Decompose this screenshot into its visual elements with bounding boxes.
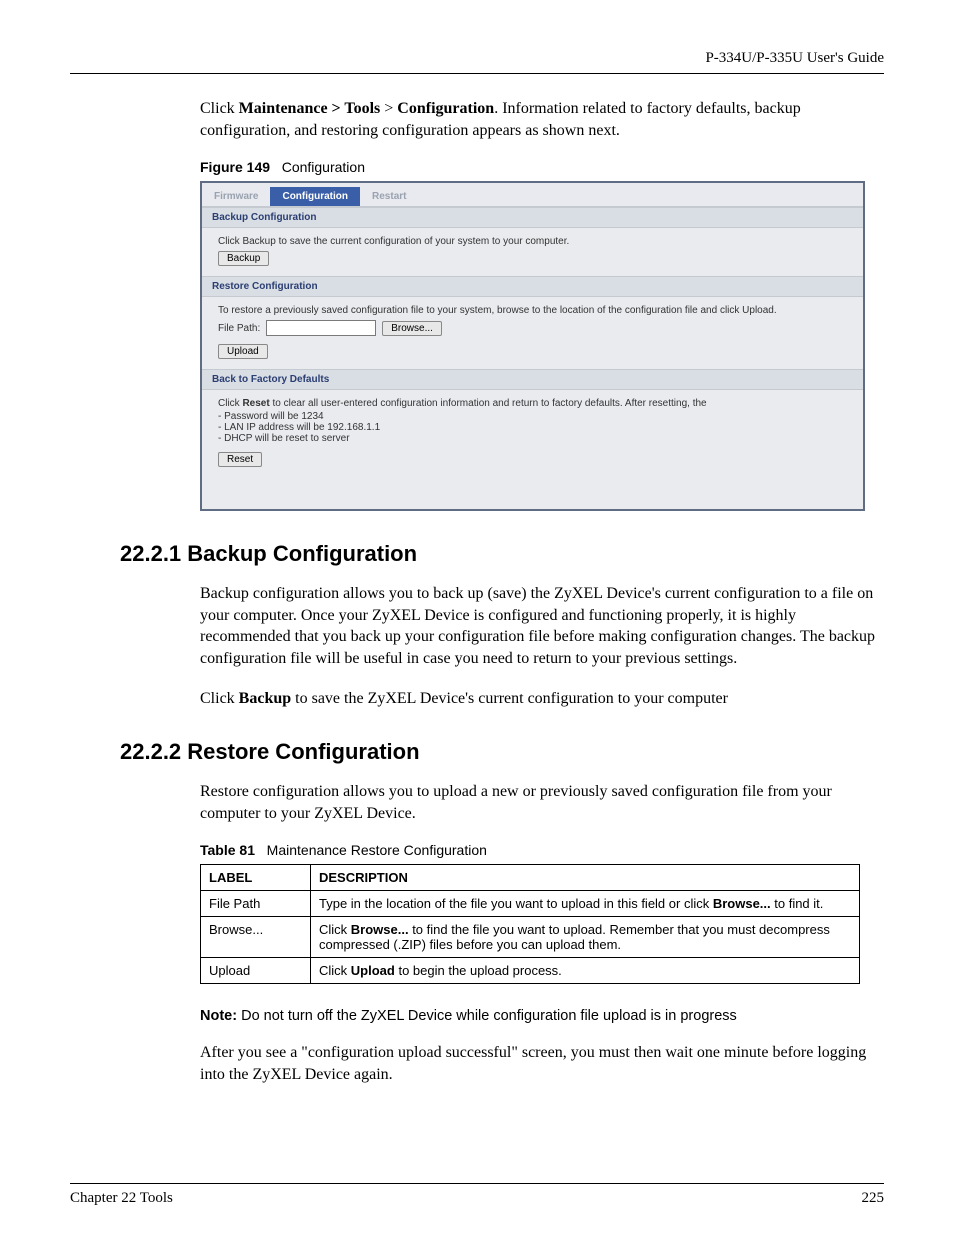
th-label: LABEL <box>201 865 311 891</box>
tab-firmware[interactable]: Firmware <box>202 187 270 206</box>
restore-config-table: LABEL DESCRIPTION File Path Type in the … <box>200 864 860 984</box>
tab-bar: Firmware Configuration Restart <box>202 183 863 207</box>
note-text: Do not turn off the ZyXEL Device while c… <box>237 1008 737 1024</box>
backup-text: Click Backup to save the current configu… <box>218 236 847 247</box>
restore-text: To restore a previously saved configurat… <box>218 305 847 316</box>
intro-bold1: Maintenance > Tools <box>239 100 381 117</box>
factory-text-bold: Reset <box>242 398 269 409</box>
cell-desc-bold: Browse... <box>351 922 409 937</box>
factory-section-title: Back to Factory Defaults <box>202 369 863 390</box>
backup-section-body: Click Backup to save the current configu… <box>202 228 863 276</box>
backup-section-title: Backup Configuration <box>202 207 863 228</box>
factory-text-pre: Click <box>218 398 242 409</box>
cell-desc-pre: Type in the location of the file you wan… <box>319 896 713 911</box>
heading-restore-config: 22.2.2 Restore Configuration <box>120 739 884 765</box>
figure-caption: Figure 149 Configuration <box>200 159 884 175</box>
header-guide-title: P-334U/P-335U User's Guide <box>70 50 884 67</box>
cell-label: File Path <box>201 891 311 917</box>
intro-paragraph: Click Maintenance > Tools > Configuratio… <box>200 98 884 141</box>
config-screenshot: Firmware Configuration Restart Backup Co… <box>200 181 865 511</box>
cell-desc-post: to find it. <box>771 896 824 911</box>
factory-section-body: Click Reset to clear all user-entered co… <box>202 390 863 477</box>
factory-li3: DHCP will be reset to server <box>218 433 847 444</box>
intro-mid: > <box>380 100 397 117</box>
cell-label: Upload <box>201 958 311 984</box>
table-row: Upload Click Upload to begin the upload … <box>201 958 860 984</box>
factory-text-post: to clear all user-entered configuration … <box>270 398 707 409</box>
backup-p2-pre: Click <box>200 690 239 707</box>
table-caption-label: Table 81 <box>200 842 255 858</box>
backup-p2: Click Backup to save the ZyXEL Device's … <box>200 688 884 710</box>
backup-p2-bold: Backup <box>239 690 291 707</box>
table-header-row: LABEL DESCRIPTION <box>201 865 860 891</box>
figure-label: Figure 149 <box>200 159 270 175</box>
intro-bold2: Configuration <box>397 100 494 117</box>
cell-desc: Click Upload to begin the upload process… <box>311 958 860 984</box>
figure-title: Configuration <box>282 159 365 175</box>
cell-desc-pre: Click <box>319 963 351 978</box>
cell-desc: Click Browse... to find the file you wan… <box>311 917 860 958</box>
tab-configuration[interactable]: Configuration <box>270 187 360 206</box>
cell-desc: Type in the location of the file you wan… <box>311 891 860 917</box>
cell-desc-pre: Click <box>319 922 351 937</box>
table-caption-title: Maintenance Restore Configuration <box>267 842 487 858</box>
cell-desc-post: to begin the upload process. <box>395 963 562 978</box>
restore-section-body: To restore a previously saved configurat… <box>202 297 863 369</box>
factory-li2: LAN IP address will be 192.168.1.1 <box>218 422 847 433</box>
page-footer: Chapter 22 Tools 225 <box>70 1177 884 1207</box>
intro-pre: Click <box>200 100 239 117</box>
filepath-label: File Path: <box>218 323 260 334</box>
backup-button[interactable]: Backup <box>218 251 269 266</box>
table-caption: Table 81 Maintenance Restore Configurati… <box>200 842 884 858</box>
browse-button[interactable]: Browse... <box>382 321 442 336</box>
backup-p1: Backup configuration allows you to back … <box>200 583 884 669</box>
screenshot-footer-space <box>202 477 863 509</box>
footer-rule <box>70 1183 884 1184</box>
cell-label: Browse... <box>201 917 311 958</box>
restore-section-title: Restore Configuration <box>202 276 863 297</box>
filepath-row: File Path: Browse... <box>218 320 847 336</box>
reset-button[interactable]: Reset <box>218 452 262 467</box>
note-paragraph: Note: Do not turn off the ZyXEL Device w… <box>200 1008 884 1024</box>
th-description: DESCRIPTION <box>311 865 860 891</box>
heading-backup-config: 22.2.1 Backup Configuration <box>120 541 884 567</box>
cell-desc-bold: Browse... <box>713 896 771 911</box>
filepath-input[interactable] <box>266 320 376 336</box>
header-rule <box>70 73 884 74</box>
tab-restart[interactable]: Restart <box>360 187 418 206</box>
after-note-paragraph: After you see a "configuration upload su… <box>200 1042 884 1085</box>
footer-chapter: Chapter 22 Tools <box>70 1190 173 1207</box>
upload-button[interactable]: Upload <box>218 344 268 359</box>
table-row: File Path Type in the location of the fi… <box>201 891 860 917</box>
backup-p2-post: to save the ZyXEL Device's current confi… <box>291 690 728 707</box>
factory-list: Password will be 1234 LAN IP address wil… <box>218 411 847 444</box>
table-row: Browse... Click Browse... to find the fi… <box>201 917 860 958</box>
note-label: Note: <box>200 1008 237 1024</box>
cell-desc-bold: Upload <box>351 963 395 978</box>
restore-p1: Restore configuration allows you to uplo… <box>200 781 884 824</box>
factory-li1: Password will be 1234 <box>218 411 847 422</box>
factory-text: Click Reset to clear all user-entered co… <box>218 398 847 409</box>
footer-page-number: 225 <box>862 1190 885 1207</box>
